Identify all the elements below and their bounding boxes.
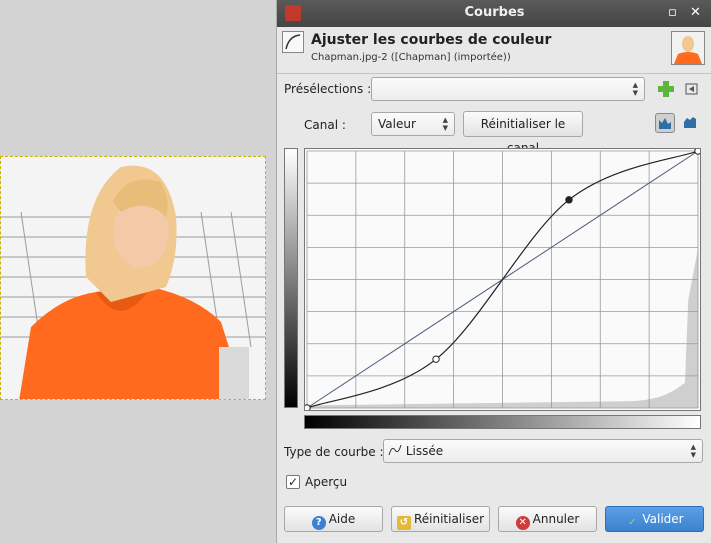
- linear-histogram-icon[interactable]: [655, 113, 675, 133]
- dialog-header: Ajuster les courbes de couleur Chapman.j…: [277, 27, 711, 71]
- curve-control-point[interactable]: [565, 196, 573, 204]
- presets-combo[interactable]: ▲ ▼: [371, 77, 645, 101]
- presets-label: Présélections :: [284, 82, 372, 96]
- image-canvas[interactable]: [0, 0, 276, 543]
- curve-control-point[interactable]: [303, 404, 311, 412]
- channel-label: Canal :: [304, 118, 346, 132]
- image-preview[interactable]: [0, 156, 266, 400]
- log-histogram-icon[interactable]: [681, 113, 701, 133]
- spin-arrows-icon: ▲ ▼: [690, 443, 696, 459]
- add-preset-icon[interactable]: [656, 79, 676, 99]
- help-icon: ?: [311, 516, 326, 530]
- reset-icon: ↺: [396, 516, 411, 530]
- preview-checkbox[interactable]: ✓: [286, 475, 300, 489]
- curve-graph[interactable]: [303, 147, 702, 412]
- curve-control-point[interactable]: [432, 355, 440, 363]
- curve-control-point[interactable]: [694, 147, 702, 155]
- photo-image: [1, 157, 265, 399]
- preset-menu-icon[interactable]: [682, 79, 702, 99]
- input-gradient-bar: [304, 415, 701, 429]
- curves-dialog: Courbes ▫ ✕ Ajuster les courbes de coule…: [276, 0, 711, 543]
- header-subtitle: Chapman.jpg-2 ([Chapman] (importée)): [311, 52, 511, 63]
- smooth-curve-icon: [388, 444, 402, 456]
- curve-editor[interactable]: [303, 147, 702, 412]
- reset-channel-button[interactable]: Réinitialiser le canal: [463, 111, 583, 155]
- cancel-button[interactable]: ✕ Annuler: [498, 506, 597, 532]
- dialog-title: Courbes: [464, 5, 525, 20]
- curve-type-value: Lissée: [405, 444, 444, 458]
- header-separator: [277, 73, 711, 74]
- dialog-titlebar[interactable]: Courbes ▫ ✕: [277, 0, 711, 27]
- check-icon: ✓: [628, 517, 637, 528]
- curve-type-label: Type de courbe :: [284, 445, 384, 459]
- channel-combo[interactable]: Valeur ▲ ▼: [371, 112, 455, 136]
- close-icon[interactable]: ✕: [690, 5, 701, 20]
- output-gradient-bar: [284, 148, 298, 408]
- channel-value: Valeur: [378, 117, 416, 131]
- curves-tool-icon: [282, 31, 304, 53]
- maximize-icon[interactable]: ▫: [668, 5, 677, 20]
- image-thumbnail: [671, 31, 705, 65]
- cancel-icon: ✕: [515, 516, 530, 530]
- curve-type-combo[interactable]: Lissée ▲ ▼: [383, 439, 703, 463]
- header-title: Ajuster les courbes de couleur: [311, 32, 552, 48]
- ok-button[interactable]: ✓ Valider: [605, 506, 704, 532]
- spin-arrows-icon: ▲ ▼: [442, 116, 448, 132]
- reset-button[interactable]: ↺ Réinitialiser: [391, 506, 490, 532]
- preview-label: Aperçu: [305, 475, 348, 489]
- spin-arrows-icon: ▲ ▼: [632, 81, 638, 97]
- help-button[interactable]: ? Aide: [284, 506, 383, 532]
